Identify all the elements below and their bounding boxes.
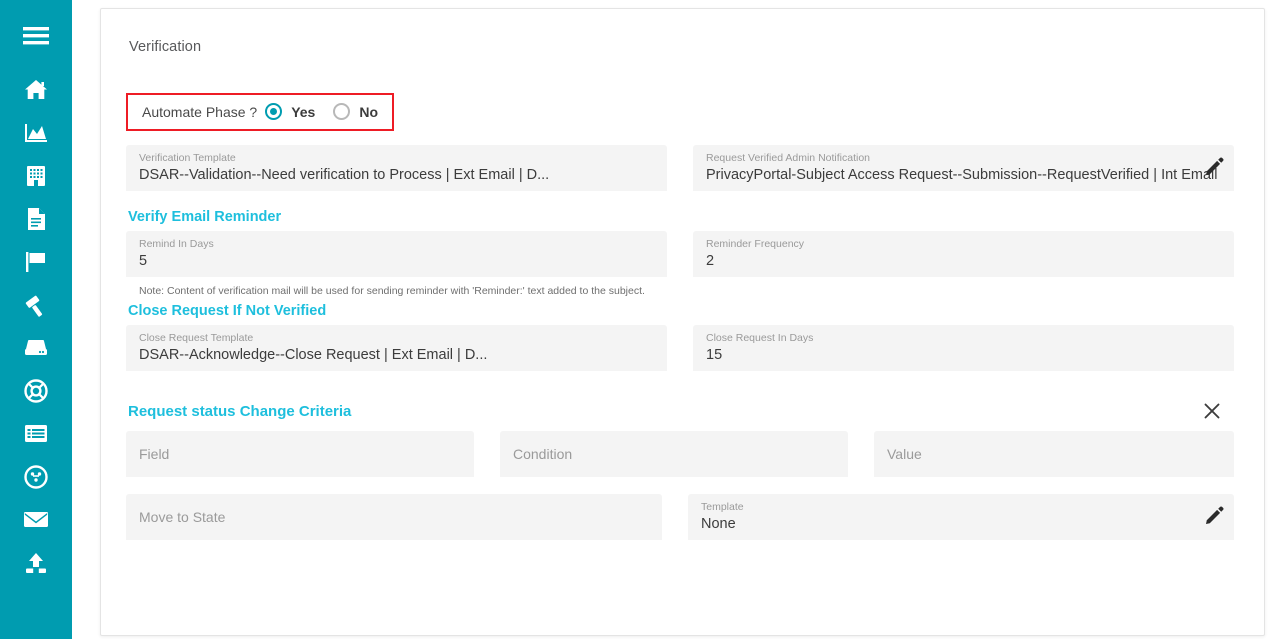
request-verified-admin-notification-col: Request Verified Admin Notification Priv… bbox=[693, 145, 1234, 191]
criteria-value-col: Value bbox=[874, 431, 1234, 477]
sidebar-item-home[interactable] bbox=[0, 68, 72, 111]
move-to-state-col: Move to State bbox=[126, 494, 662, 540]
reminder-frequency-field[interactable]: Reminder Frequency 2 bbox=[693, 231, 1234, 277]
pencil-icon[interactable] bbox=[1205, 506, 1224, 525]
verification-template-col: Verification Template DSAR--Validation--… bbox=[126, 145, 667, 191]
close-request-row: Close Request Template DSAR--Acknowledge… bbox=[126, 325, 1234, 371]
sidebar-item-data[interactable] bbox=[0, 326, 72, 369]
hamburger-menu-icon bbox=[23, 26, 49, 46]
app-root: Verification Automate Phase ? Yes No Ver… bbox=[0, 0, 1283, 639]
request-verified-admin-notification-label: Request Verified Admin Notification bbox=[706, 152, 871, 164]
automate-phase-option-no[interactable]: No bbox=[333, 103, 378, 120]
main-content: Verification Automate Phase ? Yes No Ver… bbox=[72, 0, 1283, 639]
sidebar-item-support[interactable] bbox=[0, 369, 72, 412]
verification-template-field[interactable]: Verification Template DSAR--Validation--… bbox=[126, 145, 667, 191]
sidebar-item-discovery[interactable] bbox=[0, 455, 72, 498]
sidebar-item-upload[interactable] bbox=[0, 541, 72, 584]
criteria-template-label: Template bbox=[701, 501, 744, 513]
area-chart-icon bbox=[24, 122, 48, 144]
remind-in-days-value: 5 bbox=[139, 253, 148, 269]
criteria-value-input[interactable]: Value bbox=[874, 431, 1234, 477]
criteria-header: Request status Change Criteria bbox=[126, 399, 1234, 423]
request-verified-admin-notification-field[interactable]: Request Verified Admin Notification Priv… bbox=[693, 145, 1234, 191]
envelope-icon bbox=[23, 510, 49, 529]
criteria-field-placeholder: Field bbox=[139, 446, 170, 462]
upload-icon bbox=[24, 552, 48, 574]
building-icon bbox=[25, 165, 47, 187]
life-ring-icon bbox=[24, 378, 48, 403]
document-icon bbox=[26, 207, 46, 231]
list-table-icon bbox=[24, 424, 48, 443]
close-request-template-col: Close Request Template DSAR--Acknowledge… bbox=[126, 325, 667, 371]
verification-template-value: DSAR--Validation--Need verification to P… bbox=[139, 167, 550, 183]
database-icon bbox=[24, 339, 48, 357]
remind-in-days-label: Remind In Days bbox=[139, 238, 214, 250]
sidebar-item-organization[interactable] bbox=[0, 154, 72, 197]
move-to-state-input[interactable]: Move to State bbox=[126, 494, 662, 540]
radio-no-label: No bbox=[359, 103, 378, 120]
radio-yes-icon[interactable] bbox=[265, 103, 283, 120]
move-to-state-placeholder: Move to State bbox=[139, 509, 226, 525]
sidebar-item-mail[interactable] bbox=[0, 498, 72, 541]
reminder-frequency-value: 2 bbox=[706, 253, 715, 269]
criteria-row: Field Condition Value bbox=[126, 431, 1234, 477]
criteria-value-placeholder: Value bbox=[887, 446, 922, 462]
close-request-heading: Close Request If Not Verified bbox=[128, 303, 327, 319]
automate-phase-group: Automate Phase ? Yes No bbox=[126, 93, 394, 131]
criteria-template-field[interactable]: Template None bbox=[688, 494, 1234, 540]
remind-in-days-field[interactable]: Remind In Days 5 bbox=[126, 231, 667, 277]
templates-row: Verification Template DSAR--Validation--… bbox=[126, 145, 1234, 191]
radio-no-icon[interactable] bbox=[333, 103, 351, 120]
reminder-frequency-label: Reminder Frequency bbox=[706, 238, 805, 250]
close-request-in-days-label: Close Request In Days bbox=[706, 332, 814, 344]
automate-phase-label: Automate Phase ? bbox=[142, 103, 258, 120]
state-template-row: Move to State Template None bbox=[126, 494, 1234, 540]
reminder-row: Remind In Days 5 Note: Content of verifi… bbox=[126, 231, 1234, 297]
close-request-template-value: DSAR--Acknowledge--Close Request | Ext E… bbox=[139, 347, 488, 363]
sidebar-item-analytics[interactable] bbox=[0, 111, 72, 154]
sidebar-item-records[interactable] bbox=[0, 412, 72, 455]
radio-yes-label: Yes bbox=[291, 103, 316, 120]
verification-template-label: Verification Template bbox=[139, 152, 236, 164]
criteria-condition-input[interactable]: Condition bbox=[500, 431, 848, 477]
close-request-template-label: Close Request Template bbox=[139, 332, 254, 344]
close-request-in-days-field[interactable]: Close Request In Days 15 bbox=[693, 325, 1234, 371]
reminder-frequency-col: Reminder Frequency 2 bbox=[693, 231, 1234, 297]
close-request-in-days-value: 15 bbox=[706, 347, 723, 363]
verify-email-reminder-heading: Verify Email Reminder bbox=[128, 209, 282, 225]
sidebar bbox=[0, 0, 72, 639]
automate-phase-option-yes[interactable]: Yes bbox=[265, 103, 315, 120]
sidebar-item-legal[interactable] bbox=[0, 283, 72, 326]
criteria-template-value: None bbox=[701, 516, 736, 532]
menu-toggle[interactable] bbox=[0, 12, 72, 60]
remind-in-days-col: Remind In Days 5 Note: Content of verifi… bbox=[126, 231, 667, 297]
close-request-template-field[interactable]: Close Request Template DSAR--Acknowledge… bbox=[126, 325, 667, 371]
pencil-icon[interactable] bbox=[1205, 157, 1224, 176]
sidebar-item-documents[interactable] bbox=[0, 197, 72, 240]
criteria-template-col: Template None bbox=[688, 494, 1234, 540]
criteria-field-col: Field bbox=[126, 431, 474, 477]
criteria-field-input[interactable]: Field bbox=[126, 431, 474, 477]
page-title: Verification bbox=[129, 39, 202, 55]
flag-icon bbox=[24, 251, 48, 273]
home-icon bbox=[24, 79, 48, 101]
verification-card: Verification Automate Phase ? Yes No Ver… bbox=[100, 8, 1265, 636]
request-verified-admin-notification-value: PrivacyPortal-Subject Access Request--Su… bbox=[706, 167, 1222, 183]
criteria-condition-placeholder: Condition bbox=[513, 446, 573, 462]
request-status-change-criteria-heading: Request status Change Criteria bbox=[128, 402, 352, 420]
criteria-condition-col: Condition bbox=[500, 431, 848, 477]
reminder-note: Note: Content of verification mail will … bbox=[139, 285, 645, 297]
compass-icon bbox=[24, 464, 48, 489]
close-x-icon[interactable] bbox=[1198, 399, 1226, 423]
gavel-icon bbox=[24, 293, 48, 317]
sidebar-item-incidents[interactable] bbox=[0, 240, 72, 283]
close-request-in-days-col: Close Request In Days 15 bbox=[693, 325, 1234, 371]
